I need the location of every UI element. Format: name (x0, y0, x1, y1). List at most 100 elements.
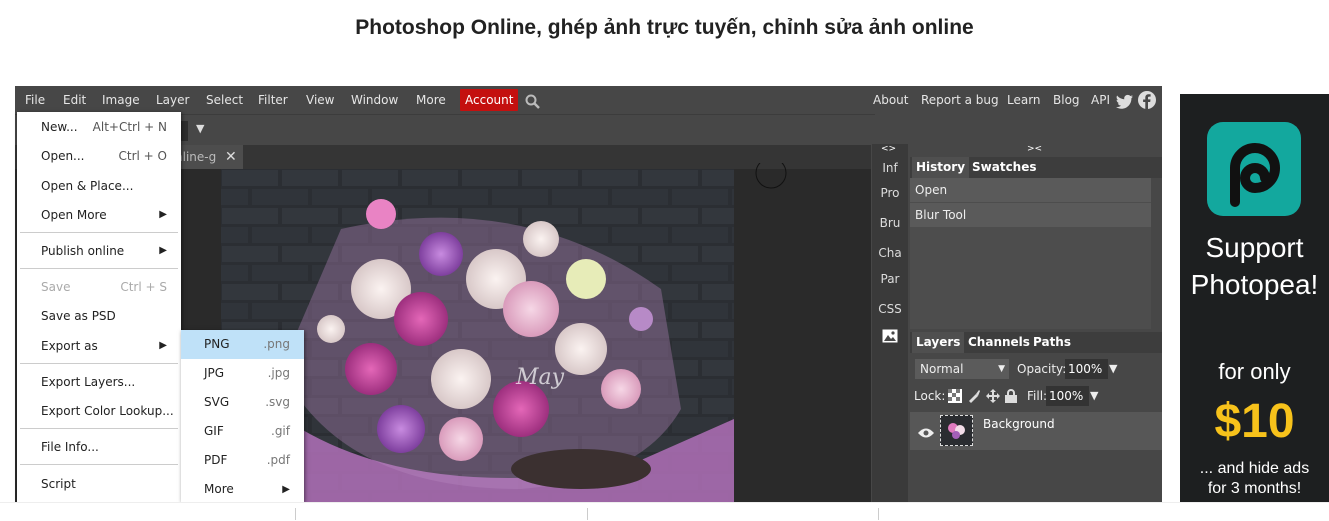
menu-item-shortcut: Ctrl + O (118, 149, 167, 163)
sidebar-item-css[interactable]: CSS (872, 302, 908, 316)
menu-item-shortcut: Ctrl + S (120, 280, 167, 294)
menu-item-label: Export Color Lookup... (41, 404, 174, 418)
lock-position-icon[interactable] (986, 388, 1000, 407)
menu-item-label: Save (41, 280, 71, 294)
fill-dropdown-icon[interactable]: ▼ (1090, 389, 1098, 402)
panels-area: >< History Swatches Open Blur Tool Layer… (910, 144, 1162, 502)
document-tab-title: nline-g (175, 150, 217, 164)
export-format-label: GIF (204, 424, 224, 438)
blend-mode-select[interactable]: Normal ▼ (915, 359, 1009, 379)
opacity-input[interactable]: 100% (1065, 359, 1108, 379)
close-icon[interactable]: ✕ (225, 145, 237, 169)
chevron-down-icon[interactable]: ▼ (196, 122, 204, 135)
photopea-logo-icon (1207, 122, 1301, 216)
layer-row[interactable]: Background (910, 412, 1162, 450)
sidebar-item-properties[interactable]: Pro (872, 186, 908, 200)
menu-filter[interactable]: Filter (258, 86, 288, 114)
history-row-blur-tool[interactable]: Blur Tool (910, 203, 1151, 227)
menu-image[interactable]: Image (102, 86, 140, 114)
menu-item-save-as-psd[interactable]: Save as PSD (17, 303, 181, 329)
menu-layer[interactable]: Layer (156, 86, 189, 114)
collapse-right-toggle[interactable]: >< (1027, 144, 1042, 154)
menu-view[interactable]: View (306, 86, 334, 114)
link-report-bug[interactable]: Report a bug (921, 86, 999, 114)
opacity-dropdown-icon[interactable]: ▼ (1109, 362, 1117, 375)
menu-item-open-more[interactable]: Open More ▶ (17, 202, 181, 228)
menu-item-export-as[interactable]: Export as ▶ (17, 333, 181, 359)
collapse-left-toggle[interactable]: <> (881, 144, 896, 154)
opacity-label: Opacity: (1017, 362, 1067, 376)
menu-item-save[interactable]: Save Ctrl + S (17, 274, 181, 300)
tab-layers[interactable]: Layers (912, 332, 965, 353)
sidebar-item-brush[interactable]: Bru (872, 216, 908, 230)
fill-label: Fill: (1027, 389, 1048, 403)
lock-transparency-icon[interactable] (948, 388, 962, 407)
eye-icon[interactable] (918, 424, 934, 443)
menu-item-open-place[interactable]: Open & Place... (17, 173, 181, 199)
menu-item-label: Open & Place... (41, 179, 134, 193)
menu-item-export-layers[interactable]: Export Layers... (17, 369, 181, 395)
tab-paths[interactable]: Paths (1029, 332, 1075, 353)
menu-divider (20, 268, 178, 269)
menu-item-new[interactable]: New... Alt+Ctrl + N (17, 114, 181, 140)
menu-item-shortcut: Alt+Ctrl + N (92, 120, 167, 134)
link-learn[interactable]: Learn (1007, 86, 1041, 114)
menu-item-label: Save as PSD (41, 309, 116, 323)
lock-label: Lock: (914, 389, 946, 403)
menu-window[interactable]: Window (351, 86, 398, 114)
export-format-label: PNG (204, 337, 230, 351)
menu-item-export-color-lookup[interactable]: Export Color Lookup... (17, 398, 181, 424)
menu-item-open[interactable]: Open... Ctrl + O (17, 143, 181, 169)
export-more[interactable]: More ▶ (181, 475, 304, 504)
export-png[interactable]: PNG .png (181, 330, 304, 359)
sidebar-item-paragraph[interactable]: Par (872, 272, 908, 286)
menu-item-script[interactable]: Script (17, 471, 181, 497)
link-about[interactable]: About (873, 86, 908, 114)
footer-divider (295, 508, 296, 520)
menu-item-publish-online[interactable]: Publish online ▶ (17, 238, 181, 264)
export-svg[interactable]: SVG .svg (181, 388, 304, 417)
export-gif[interactable]: GIF .gif (181, 417, 304, 446)
menu-file[interactable]: File (25, 86, 45, 114)
canvas-watermark: May (515, 365, 565, 390)
menu-more[interactable]: More (416, 86, 446, 114)
menu-edit[interactable]: Edit (63, 86, 86, 114)
facebook-icon[interactable] (1138, 91, 1156, 109)
history-row-open[interactable]: Open (910, 178, 1151, 202)
image-icon[interactable] (882, 328, 898, 347)
link-api[interactable]: API (1091, 86, 1110, 114)
submenu-arrow-icon: ▶ (159, 209, 167, 220)
export-format-label: JPG (204, 366, 225, 380)
ad-price: $10 (1214, 395, 1295, 448)
twitter-icon[interactable] (1116, 92, 1134, 109)
lock-pixels-icon[interactable] (967, 388, 981, 407)
export-format-label: More (204, 482, 234, 496)
export-as-submenu: PNG .png JPG .jpg SVG .svg GIF .gif PDF .pdf … (181, 330, 304, 502)
submenu-arrow-icon: ▶ (159, 340, 167, 351)
lock-all-icon[interactable] (1005, 388, 1017, 407)
link-blog[interactable]: Blog (1053, 86, 1080, 114)
export-format-label: SVG (204, 395, 230, 409)
export-jpg[interactable]: JPG .jpg (181, 359, 304, 388)
footer-divider (587, 508, 588, 520)
tab-history[interactable]: History (912, 157, 970, 178)
sidebar-item-character[interactable]: Cha (872, 246, 908, 260)
ad-support-text: Support (1205, 232, 1304, 263)
tab-swatches[interactable]: Swatches (968, 157, 1041, 178)
export-pdf[interactable]: PDF .pdf (181, 446, 304, 475)
menu-divider (20, 428, 178, 429)
tab-channels[interactable]: Channels (964, 332, 1034, 353)
export-format-extension: .png (263, 337, 290, 351)
page-title: Photoshop Online, ghép ảnh trực tuyến, c… (355, 16, 974, 39)
search-icon[interactable] (525, 92, 541, 109)
history-panel-tabs: History Swatches (910, 157, 1162, 178)
ad-banner[interactable]: Support Photopea! for only $10 ... and h… (1180, 94, 1329, 502)
menu-select[interactable]: Select (206, 86, 243, 114)
sidebar-item-info[interactable]: Inf (872, 161, 908, 175)
export-format-extension: .pdf (266, 453, 290, 467)
menu-divider (20, 363, 178, 364)
account-button[interactable]: Account (460, 89, 519, 111)
menu-item-file-info[interactable]: File Info... (17, 434, 181, 460)
submenu-arrow-icon: ▶ (282, 484, 290, 495)
fill-input[interactable]: 100% (1046, 386, 1089, 406)
